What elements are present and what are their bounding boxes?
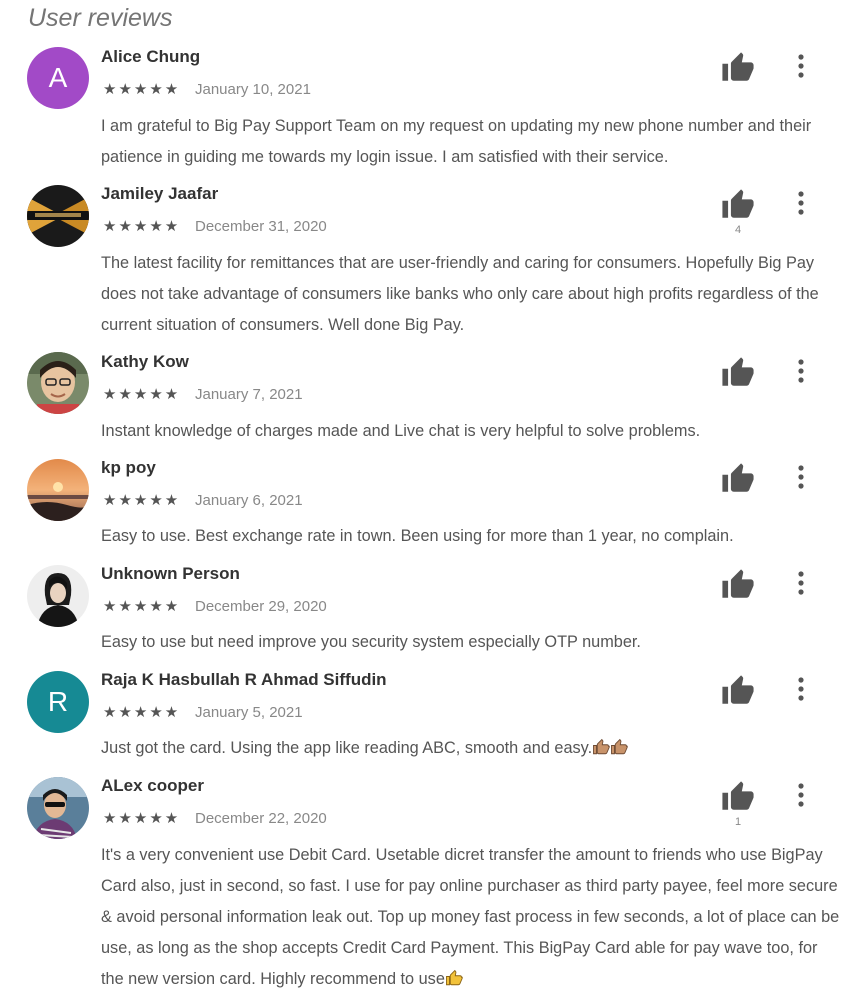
avatar[interactable]: A — [27, 47, 89, 109]
review-author: kp poy — [101, 458, 156, 477]
thumbs-up-icon — [722, 675, 754, 704]
review-text: It's a very convenient use Debit Card. U… — [101, 840, 841, 995]
avatar[interactable] — [27, 459, 89, 521]
avatar[interactable] — [27, 777, 89, 839]
avatar[interactable] — [27, 185, 89, 247]
helpful-button[interactable] — [721, 462, 755, 496]
review-author: Unknown Person — [101, 564, 240, 583]
review-author: Jamiley Jaafar — [101, 184, 219, 203]
star-rating: ★★★★★ — [103, 492, 181, 509]
avatar[interactable] — [27, 352, 89, 414]
review-text-content: Just got the card. Using the app like re… — [101, 739, 593, 757]
avatar[interactable]: R — [27, 671, 89, 733]
thumbs-up-icon — [722, 463, 754, 492]
helpful-button[interactable] — [721, 188, 755, 222]
avatar-letter: R — [47, 686, 69, 717]
more-options-button[interactable] — [790, 675, 812, 703]
helpful-count: 1 — [734, 816, 742, 828]
profile-photo — [27, 565, 89, 627]
helpful-button[interactable] — [721, 674, 755, 708]
thumbs-up-emoji-icon — [445, 969, 463, 987]
more-vert-icon — [798, 54, 804, 78]
profile-photo — [27, 777, 89, 839]
avatar-letter: A — [48, 62, 68, 93]
star-rating: ★★★★★ — [103, 386, 181, 403]
more-options-button[interactable] — [790, 463, 812, 491]
more-vert-icon — [798, 359, 804, 383]
more-options-button[interactable] — [790, 189, 812, 217]
thumbs-up-emoji-icon — [610, 738, 628, 756]
star-rating: ★★★★★ — [103, 810, 181, 827]
review-author: Alice Chung — [101, 47, 201, 66]
review-date: January 10, 2021 — [195, 81, 311, 98]
more-options-button[interactable] — [790, 357, 812, 385]
avatar[interactable] — [27, 565, 89, 627]
review-text: Instant knowledge of charges made and Li… — [101, 422, 701, 440]
review-text: The latest facility for remittances that… — [101, 254, 819, 334]
more-vert-icon — [798, 191, 804, 215]
review-author: Kathy Kow — [101, 352, 189, 371]
profile-photo — [27, 352, 89, 414]
review-date: December 22, 2020 — [195, 810, 327, 827]
thumbs-up-emoji-icon — [592, 738, 610, 756]
section-title: User reviews — [28, 4, 173, 32]
review-text-content: It's a very convenient use Debit Card. U… — [101, 846, 840, 988]
helpful-count: 4 — [734, 224, 742, 236]
review-date: December 29, 2020 — [195, 598, 327, 615]
more-vert-icon — [798, 571, 804, 595]
star-rating: ★★★★★ — [103, 218, 181, 235]
review-author: ALex cooper — [101, 776, 204, 795]
star-rating: ★★★★★ — [103, 704, 181, 721]
review-text: I am grateful to Big Pay Support Team on… — [101, 117, 812, 166]
more-options-button[interactable] — [790, 569, 812, 597]
thumbs-up-icon — [722, 189, 754, 218]
thumbs-up-icon — [722, 52, 754, 81]
more-vert-icon — [798, 783, 804, 807]
review-text: Easy to use. Best exchange rate in town.… — [101, 527, 734, 545]
review-date: January 6, 2021 — [195, 492, 303, 509]
review-text: Just got the card. Using the app like re… — [101, 733, 841, 764]
profile-photo — [27, 185, 89, 247]
thumbs-up-icon — [722, 569, 754, 598]
review-date: January 7, 2021 — [195, 386, 303, 403]
star-rating: ★★★★★ — [103, 598, 181, 615]
helpful-button[interactable] — [721, 780, 755, 814]
more-options-button[interactable] — [790, 781, 812, 809]
helpful-button[interactable] — [721, 568, 755, 602]
more-options-button[interactable] — [790, 52, 812, 80]
star-rating: ★★★★★ — [103, 81, 181, 98]
thumbs-up-icon — [722, 357, 754, 386]
helpful-button[interactable] — [721, 51, 755, 85]
helpful-button[interactable] — [721, 356, 755, 390]
thumbs-up-icon — [722, 781, 754, 810]
more-vert-icon — [798, 465, 804, 489]
review-date: January 5, 2021 — [195, 704, 303, 721]
review-text: Easy to use but need improve you securit… — [101, 633, 641, 651]
more-vert-icon — [798, 677, 804, 701]
review-date: December 31, 2020 — [195, 218, 327, 235]
profile-photo — [27, 459, 89, 521]
review-author: Raja K Hasbullah R Ahmad Siffudin — [101, 670, 387, 689]
